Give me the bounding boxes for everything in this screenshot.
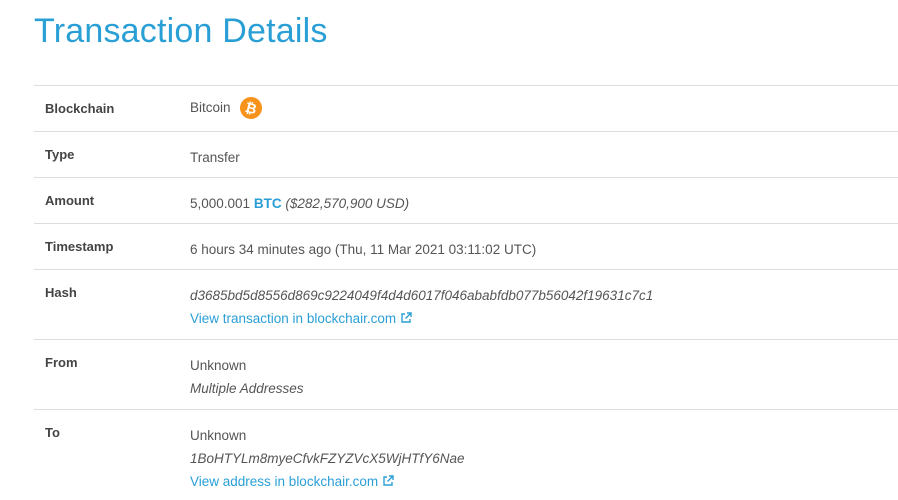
external-link-icon (401, 312, 412, 323)
row-hash: Hash d3685bd5d8556d869c9224049f4d4d6017f… (34, 270, 898, 340)
page-title: Transaction Details (34, 12, 328, 50)
row-timestamp: Timestamp 6 hours 34 minutes ago (Thu, 1… (34, 224, 898, 270)
blockchain-label: Blockchain (45, 101, 115, 116)
from-detail: Multiple Addresses (190, 381, 304, 396)
hash-value: d3685bd5d8556d869c9224049f4d4d6017f046ab… (190, 284, 653, 330)
to-value: Unknown 1BoHTYLm8myeCfvkFZYZVcX5WjHTfY6N… (190, 424, 465, 493)
to-label: To (45, 425, 60, 440)
view-transaction-link-text: View transaction in blockchair.com (190, 311, 397, 326)
hash-label: Hash (45, 285, 77, 300)
from-status: Unknown (190, 358, 247, 373)
amount-value: 5,000.001 BTC ($282,570,900 USD) (190, 192, 409, 215)
blockchain-name: Bitcoin (190, 100, 231, 115)
type-value: Transfer (190, 150, 240, 165)
to-address: 1BoHTYLm8myeCfvkFZYZVcX5WjHTfY6Nae (190, 451, 465, 466)
view-transaction-link[interactable]: View transaction in blockchair.com (190, 311, 412, 326)
from-value: Unknown Multiple Addresses (190, 354, 304, 400)
from-label: From (45, 355, 78, 370)
type-label: Type (45, 147, 75, 162)
row-from: From Unknown Multiple Addresses (34, 340, 898, 410)
row-to: To Unknown 1BoHTYLm8myeCfvkFZYZVcX5WjHTf… (34, 410, 898, 500)
timestamp-value: 6 hours 34 minutes ago (Thu, 11 Mar 2021… (190, 242, 537, 257)
bitcoin-icon: ₿ (237, 94, 264, 121)
row-blockchain: Blockchain Bitcoin ₿ (34, 86, 898, 132)
transaction-details-page: Transaction Details Blockchain Bitcoin ₿… (0, 0, 898, 500)
row-amount: Amount 5,000.001 BTC ($282,570,900 USD) (34, 178, 898, 224)
view-address-link[interactable]: View address in blockchair.com (190, 474, 394, 489)
blockchain-value: Bitcoin ₿ (190, 94, 264, 121)
external-link-icon (383, 475, 394, 486)
to-status: Unknown (190, 428, 247, 443)
amount-usd: ($282,570,900 USD) (285, 196, 410, 211)
amount-number: 5,000.001 (190, 196, 251, 211)
row-type: Type Transfer (34, 132, 898, 178)
timestamp-label: Timestamp (45, 239, 114, 254)
view-address-link-text: View address in blockchair.com (190, 474, 379, 489)
amount-label: Amount (45, 193, 95, 208)
details-table: Blockchain Bitcoin ₿ Type Transfer Amoun… (34, 85, 898, 500)
amount-ticker: BTC (253, 196, 282, 211)
transaction-hash: d3685bd5d8556d869c9224049f4d4d6017f046ab… (190, 288, 654, 303)
